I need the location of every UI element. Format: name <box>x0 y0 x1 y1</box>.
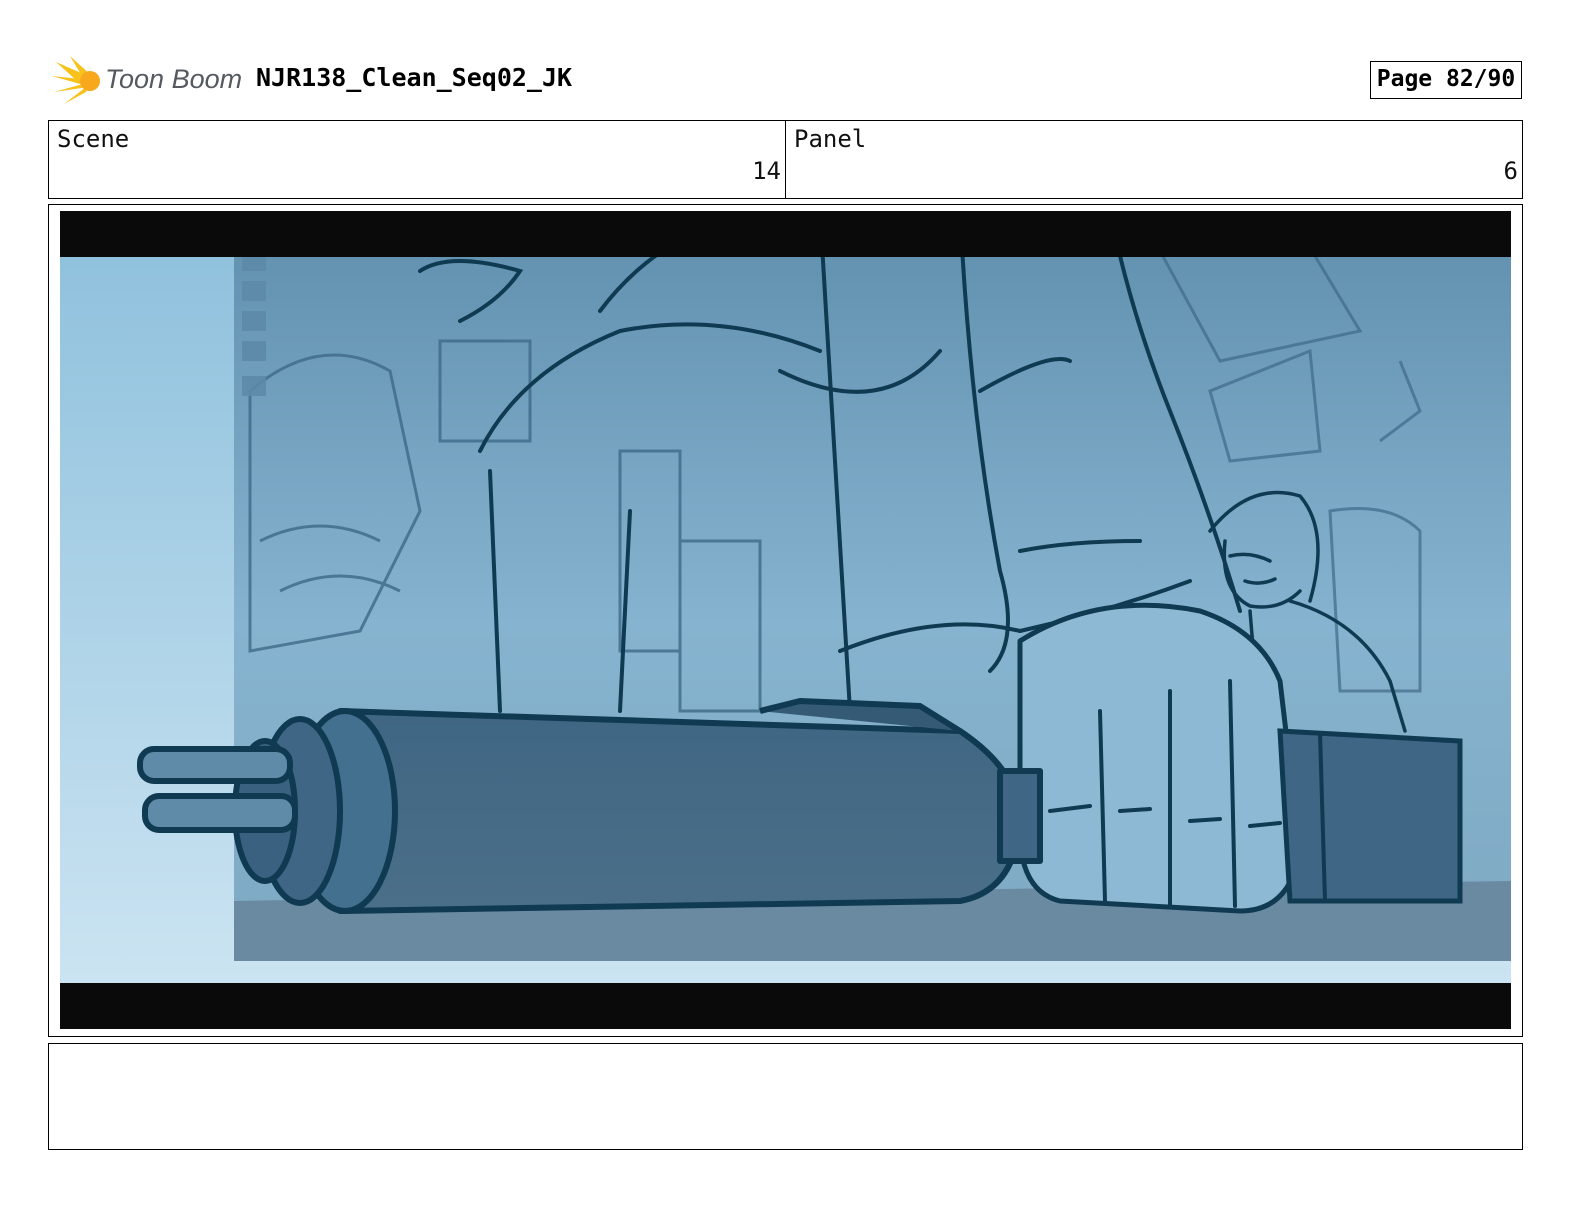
panel-cell: Panel 6 <box>785 121 1522 198</box>
scene-panel-row: Scene 14 Panel 6 <box>48 120 1523 199</box>
toon-boom-logo: Toon Boom <box>50 54 243 110</box>
starburst-icon <box>52 56 100 104</box>
document-title: NJR138_Clean_Seq02_JK <box>256 63 573 92</box>
scene-label: Scene <box>57 125 130 153</box>
storyboard-sketch-image <box>60 211 1511 1029</box>
panel-label: Panel <box>794 125 867 153</box>
page-indicator: Page 82/90 <box>1370 61 1522 99</box>
logo-wordmark: Toon Boom <box>105 64 243 94</box>
panel-notes-box <box>48 1043 1523 1150</box>
panel-number: 6 <box>1503 157 1518 185</box>
storyboard-panel-frame <box>48 204 1523 1037</box>
scene-cell: Scene 14 <box>49 121 785 198</box>
scene-number: 14 <box>752 157 781 185</box>
